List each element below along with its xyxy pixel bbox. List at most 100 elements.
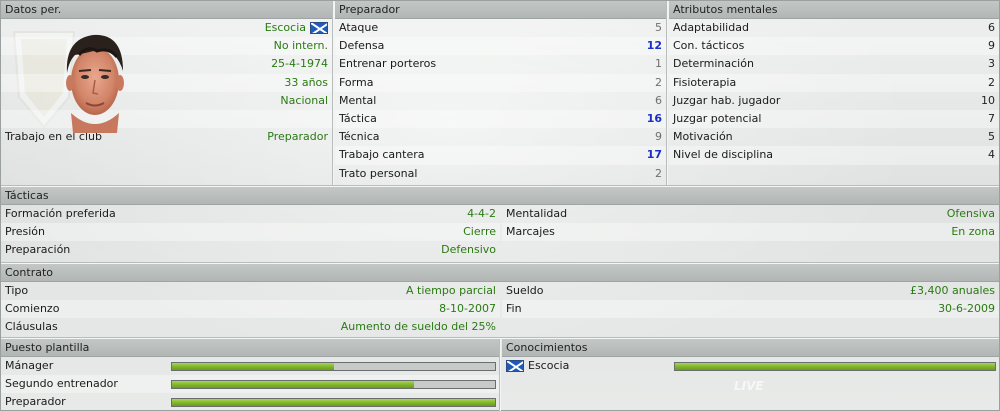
coach-attribute-value: 12 — [646, 39, 662, 53]
staff-profile-screen: Datos per. Escocia No intern. 25-4-1974 … — [0, 0, 1000, 411]
coach-attribute-label: Técnica — [339, 130, 380, 144]
contract-clauses-label: Cláusulas — [5, 320, 58, 334]
coach-attribute-label: Defensa — [339, 39, 385, 53]
mental-attribute-label: Adaptabilidad — [673, 21, 749, 35]
coach-attribute-list: Ataque 5 Defensa 12 Entrenar porteros 1 Forma 2… — [335, 19, 666, 183]
tactics-panel: Tácticas Formación preferida 4-4-2 Presi… — [1, 187, 999, 263]
mental-attribute-row[interactable]: Nivel de disciplina 4 — [669, 146, 999, 165]
coach-attribute-value: 9 — [655, 130, 662, 144]
coach-attribute-row[interactable]: Mental 6 — [335, 92, 666, 110]
personal-header: Datos per. — [1, 1, 332, 19]
coach-attribute-label: Entrenar porteros — [339, 57, 437, 71]
knowledge-label-wrap: Escocia — [506, 357, 569, 375]
squad-role-bar-fill — [172, 363, 334, 370]
contract-end-label: Fin — [506, 302, 522, 316]
birthdate-value: 25-4-1974 — [271, 57, 328, 71]
coach-attribute-value: 2 — [655, 166, 662, 180]
marking-value: En zona — [951, 225, 995, 239]
mental-attribute-row[interactable]: Adaptabilidad 6 — [669, 19, 999, 37]
contract-end-value: 30-6-2009 — [938, 302, 995, 316]
international-value: No intern. — [273, 39, 328, 53]
mental-attribute-row[interactable]: Juzgar potencial 7 — [669, 109, 999, 129]
coach-attribute-value: 2 — [655, 75, 662, 89]
knowledge-list: Escocia — [502, 357, 999, 375]
mental-attribute-label: Juzgar hab. jugador — [673, 93, 781, 107]
squad-role-bar-fill — [172, 399, 495, 407]
club-job-row: Trabajo en el club Preparador — [1, 128, 332, 146]
mental-attribute-label: Determinación — [673, 57, 754, 71]
marking-row: Marcajes En zona — [502, 223, 999, 242]
mental-attribute-label: Fisioterapia — [673, 75, 737, 89]
coach-attribute-row[interactable]: Forma 2 — [335, 73, 666, 92]
coach-attribute-value: 6 — [655, 93, 662, 107]
tactics-header: Tácticas — [1, 187, 999, 205]
preparation-label: Preparación — [5, 243, 71, 257]
squad-role-bar-fill — [172, 381, 415, 389]
squad-role-label: Segundo entrenador — [5, 377, 118, 391]
tactics-right-col: Mentalidad Ofensiva Marcajes En zona — [502, 205, 999, 242]
mental-attribute-label: Juzgar potencial — [673, 112, 762, 126]
mental-attribute-label: Motivación — [673, 130, 733, 144]
coach-attribute-row[interactable]: Defensa 12 — [335, 37, 666, 56]
mental-attributes-panel: Atributos mentales Adaptabilidad 6 Con. tá… — [669, 1, 999, 185]
live-watermark: LIVE — [734, 379, 764, 393]
pressing-label: Presión — [5, 225, 45, 239]
coach-attribute-row[interactable]: Técnica 9 — [335, 128, 666, 146]
squad-role-panel: Puesto plantilla Mánager Segundo entrenad… — [1, 339, 499, 411]
contract-right-col: Sueldo £3,400 anuales Fin 30-6-2009 — [502, 282, 999, 319]
scotland-flag-icon — [310, 22, 328, 35]
mental-attribute-label: Con. tácticos — [673, 39, 745, 53]
mental-attribute-row[interactable]: Motivación 5 — [669, 128, 999, 146]
coach-attribute-value: 1 — [655, 57, 662, 71]
mental-attribute-row[interactable]: Juzgar hab. jugador 10 — [669, 92, 999, 110]
knowledge-row: Escocia — [502, 357, 999, 375]
nationality-value[interactable]: Escocia — [265, 19, 306, 37]
age-value: 33 años — [284, 75, 328, 89]
scotland-flag-icon — [506, 360, 524, 373]
mentality-row: Mentalidad Ofensiva — [502, 205, 999, 223]
coach-attribute-label: Táctica — [339, 112, 377, 126]
mental-attribute-row[interactable]: Con. tácticos 9 — [669, 37, 999, 56]
age-row: 33 años — [1, 73, 332, 92]
knowledge-panel: Conocimientos Escocia LIVE — [502, 339, 999, 411]
coach-attribute-row[interactable]: Táctica 16 — [335, 109, 666, 129]
status-row: Nacional — [1, 92, 332, 110]
coach-attributes-panel: Preparador Ataque 5 Defensa 12 Entrenar port… — [335, 1, 666, 185]
coach-attribute-label: Ataque — [339, 21, 379, 35]
coach-attribute-value: 16 — [646, 112, 662, 126]
contract-start-label: Comienzo — [5, 302, 60, 316]
coach-attribute-row[interactable]: Trato personal 2 — [335, 165, 666, 183]
vertical-divider-2 — [666, 1, 668, 185]
coach-attribute-row[interactable]: Trabajo cantera 17 — [335, 146, 666, 165]
mental-attribute-value: 3 — [988, 57, 995, 71]
personal-panel: Datos per. Escocia No intern. 25-4-1974 … — [1, 1, 332, 185]
coach-attribute-row[interactable]: Ataque 5 — [335, 19, 666, 37]
tactics-left-col: Formación preferida 4-4-2 Presión Cierre… — [1, 205, 500, 260]
contract-start-value: 8-10-2007 — [439, 302, 496, 316]
formation-label: Formación preferida — [5, 207, 116, 221]
mental-attribute-row[interactable]: Determinación 3 — [669, 55, 999, 73]
formation-row: Formación preferida 4-4-2 — [1, 205, 500, 223]
squad-role-bar — [171, 398, 496, 408]
contract-type-value: A tiempo parcial — [406, 284, 496, 298]
contract-clauses-row: Cláusulas Aumento de sueldo del 25% — [1, 318, 500, 336]
vertical-divider-3 — [499, 339, 501, 411]
mental-attribute-value: 10 — [981, 93, 995, 107]
mental-attribute-row[interactable]: Fisioterapia 2 — [669, 73, 999, 92]
mentality-value: Ofensiva — [946, 207, 995, 221]
salary-row: Sueldo £3,400 anuales — [502, 282, 999, 300]
coach-attribute-label: Trabajo cantera — [339, 148, 425, 162]
pressing-value: Cierre — [463, 225, 496, 239]
status-value: Nacional — [280, 93, 328, 107]
contract-type-label: Tipo — [5, 284, 29, 298]
coach-attribute-label: Forma — [339, 75, 374, 89]
coach-attribute-label: Trato personal — [339, 166, 418, 180]
mental-attribute-value: 5 — [988, 130, 995, 144]
squad-role-header: Puesto plantilla — [1, 339, 499, 357]
mentality-label: Mentalidad — [506, 207, 568, 221]
international-row: No intern. — [1, 37, 332, 56]
mental-attribute-label: Nivel de disciplina — [673, 148, 774, 162]
preparation-row: Preparación Defensivo — [1, 241, 500, 259]
coach-attribute-row[interactable]: Entrenar porteros 1 — [335, 55, 666, 73]
nationality-row: Escocia — [1, 19, 332, 37]
